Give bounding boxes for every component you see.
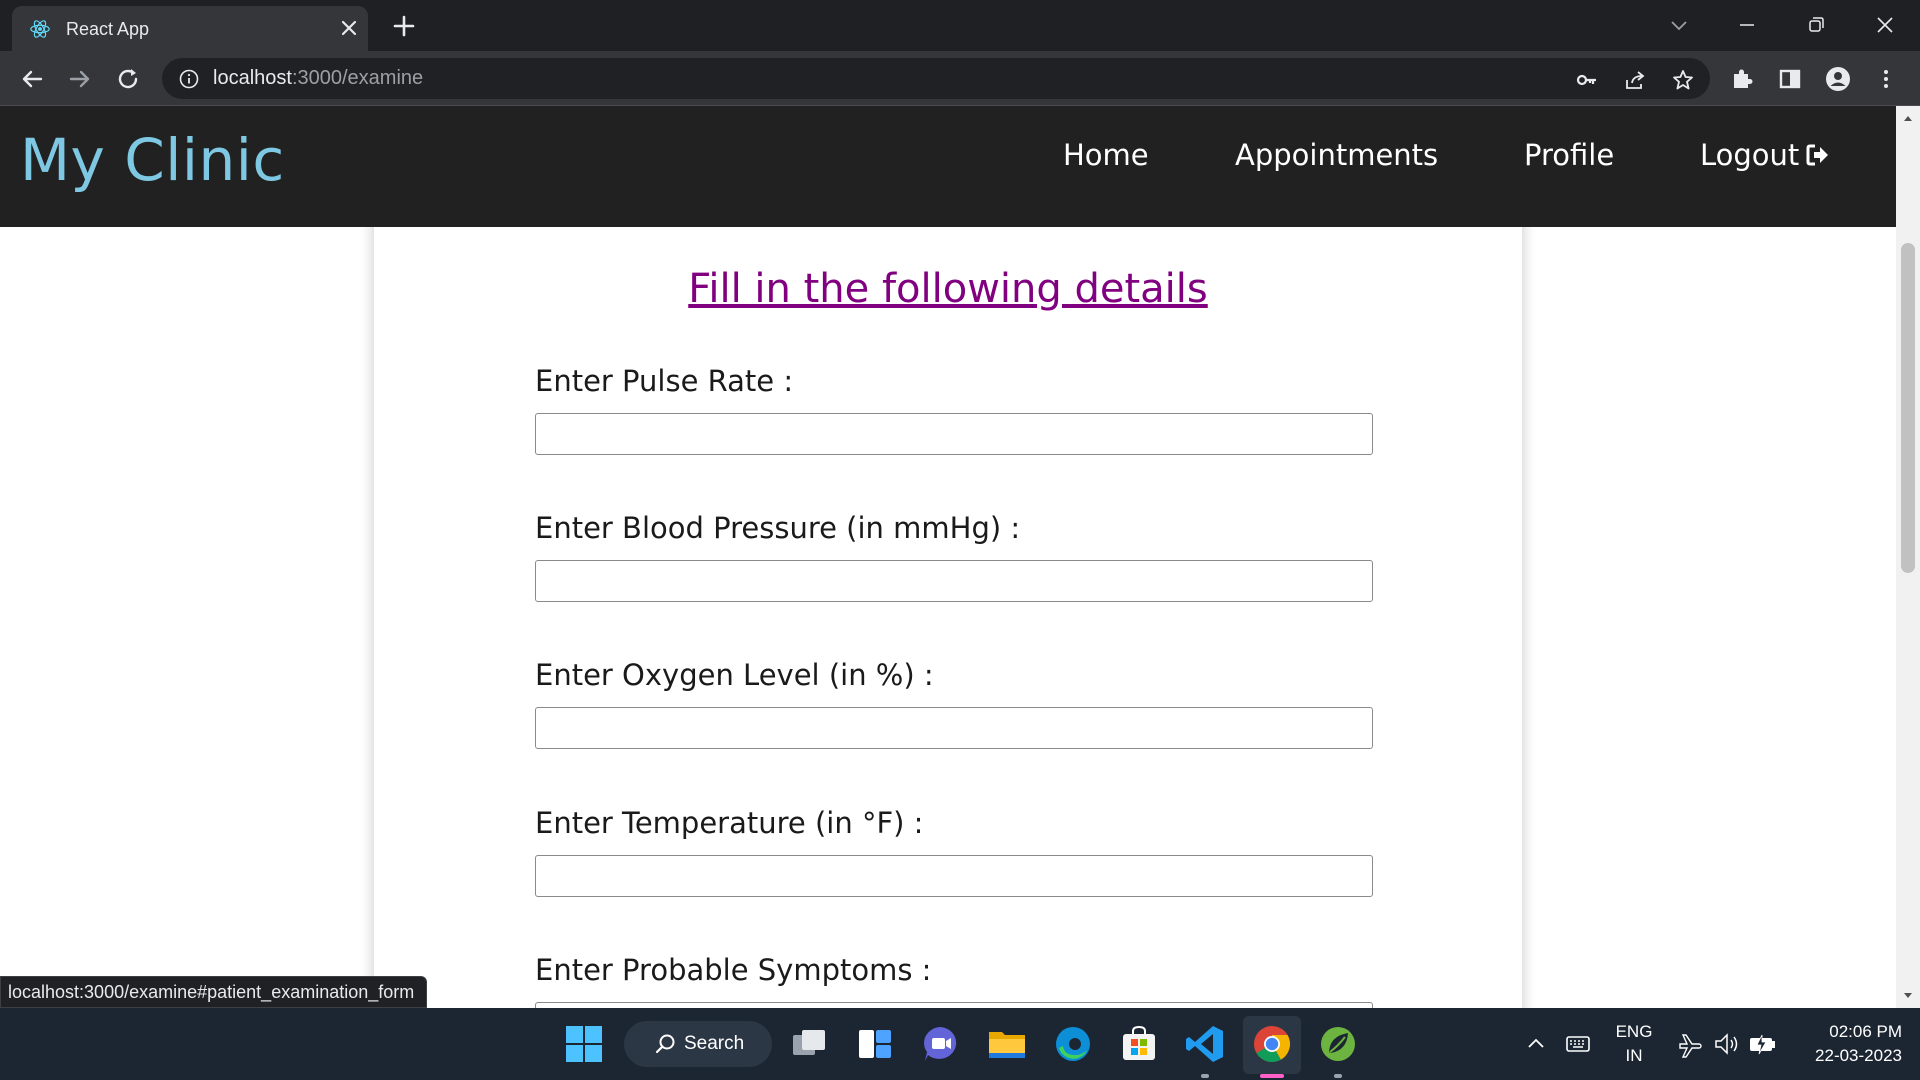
app-header: My Clinic Home Appointments Profile Logo…	[0, 106, 1896, 227]
more-menu-icon[interactable]	[1872, 65, 1900, 93]
new-tab-plus-icon[interactable]	[390, 12, 418, 40]
browser-tab[interactable]: React App	[12, 6, 368, 51]
show-hidden-icons-chevron-icon[interactable]	[1524, 1032, 1548, 1056]
link-status-bubble: localhost:3000/examine#patient_examinati…	[0, 976, 428, 1008]
tab-search-chevron-icon[interactable]	[1666, 12, 1692, 38]
forward-arrow-icon[interactable]	[66, 65, 94, 93]
chrome-browser-icon[interactable]	[1250, 1022, 1294, 1066]
spring-tool-icon[interactable]	[1316, 1022, 1360, 1066]
nav-logout[interactable]: Logout	[1700, 138, 1831, 172]
side-panel-icon[interactable]	[1776, 65, 1804, 93]
reload-icon[interactable]	[114, 65, 142, 93]
taskbar-search[interactable]: Search	[624, 1021, 772, 1067]
extensions-puzzle-icon[interactable]	[1728, 65, 1756, 93]
scroll-up-arrow-icon[interactable]	[1902, 112, 1914, 124]
temperature-input[interactable]	[535, 855, 1373, 897]
temperature-label: Enter Temperature (in °F) :	[535, 806, 924, 840]
logout-label: Logout	[1700, 138, 1800, 172]
oxygen-level-label: Enter Oxygen Level (in %) :	[535, 658, 934, 692]
chat-icon[interactable]	[919, 1022, 963, 1066]
edge-browser-icon[interactable]	[1051, 1022, 1095, 1066]
clock-time[interactable]: 02:06 PM	[1790, 1022, 1902, 1042]
key-icon[interactable]	[1575, 68, 1599, 92]
browser-tabstrip: React App	[0, 0, 1920, 51]
spring-running-indicator	[1334, 1074, 1342, 1078]
blood-pressure-input[interactable]	[535, 560, 1373, 602]
search-label: Search	[684, 1033, 745, 1054]
tab-title: React App	[66, 19, 150, 39]
address-bar[interactable]: localhost:3000/examine	[162, 58, 1710, 99]
address-url: localhost:3000/examine	[213, 67, 424, 89]
back-arrow-icon[interactable]	[18, 65, 46, 93]
form-title: Fill in the following details	[688, 266, 1208, 312]
close-tab-icon[interactable]	[337, 16, 361, 40]
microsoft-store-icon[interactable]	[1117, 1022, 1161, 1066]
restore-icon[interactable]	[1803, 12, 1829, 38]
file-explorer-icon[interactable]	[985, 1022, 1029, 1066]
nav-home[interactable]: Home	[1063, 138, 1149, 172]
symptoms-label: Enter Probable Symptoms :	[535, 953, 932, 987]
nav-appointments[interactable]: Appointments	[1235, 138, 1438, 172]
scrollbar-thumb[interactable]	[1901, 243, 1915, 573]
volume-icon[interactable]	[1712, 1030, 1740, 1058]
scroll-down-arrow-icon[interactable]	[1902, 990, 1914, 1002]
pulse-rate-input[interactable]	[535, 413, 1373, 455]
windows-start-icon[interactable]	[562, 1022, 606, 1066]
close-window-icon[interactable]	[1872, 12, 1898, 38]
language-indicator-top[interactable]: ENG	[1612, 1022, 1656, 1042]
touch-keyboard-icon[interactable]	[1565, 1032, 1591, 1056]
page-scrollbar[interactable]	[1896, 106, 1920, 1008]
brand-logo[interactable]: My Clinic	[20, 126, 285, 194]
airplane-mode-icon[interactable]	[1676, 1030, 1704, 1058]
vscode-icon[interactable]	[1183, 1022, 1227, 1066]
oxygen-level-input[interactable]	[535, 707, 1373, 749]
nav-profile[interactable]: Profile	[1524, 138, 1614, 172]
browser-toolbar: localhost:3000/examine	[0, 51, 1920, 106]
blood-pressure-label: Enter Blood Pressure (in mmHg) :	[535, 511, 1021, 545]
search-icon	[655, 1034, 675, 1054]
react-logo-icon	[30, 20, 50, 38]
pulse-rate-label: Enter Pulse Rate :	[535, 364, 794, 398]
logout-icon	[1806, 144, 1829, 166]
battery-charging-icon[interactable]	[1748, 1030, 1778, 1058]
bookmark-star-icon[interactable]	[1671, 68, 1695, 92]
task-view-icon[interactable]	[787, 1022, 831, 1066]
language-indicator-bottom[interactable]: IN	[1612, 1046, 1656, 1066]
vscode-running-indicator	[1201, 1074, 1209, 1078]
clock-date[interactable]: 22-03-2023	[1790, 1046, 1902, 1066]
windows-taskbar: Search ENG IN 02:06 PM 22-03-2023	[0, 1008, 1920, 1080]
profile-avatar-icon[interactable]	[1824, 65, 1852, 93]
site-info-icon[interactable]	[178, 68, 200, 90]
chrome-active-indicator	[1260, 1074, 1284, 1078]
widgets-icon[interactable]	[853, 1022, 897, 1066]
page-viewport: My Clinic Home Appointments Profile Logo…	[0, 106, 1896, 1008]
minimize-icon[interactable]	[1734, 12, 1760, 38]
share-icon[interactable]	[1623, 68, 1647, 92]
